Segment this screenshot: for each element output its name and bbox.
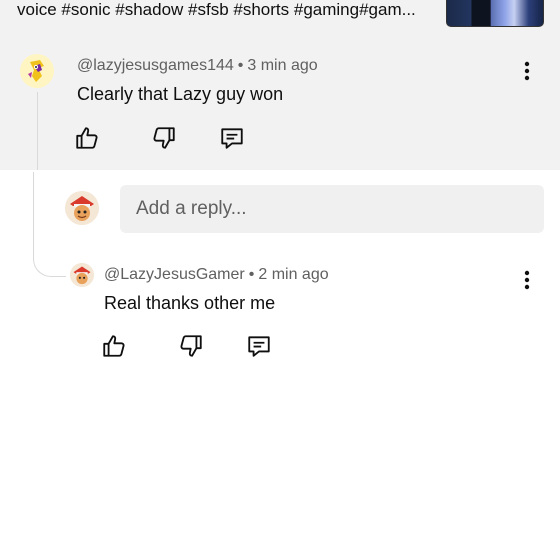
meta-separator: • bbox=[237, 57, 244, 74]
reply-box bbox=[120, 185, 544, 233]
reply-time: 2 min ago bbox=[258, 266, 329, 283]
reply-avatar[interactable] bbox=[70, 263, 94, 287]
reply-meta: @LazyJesusGamer • 2 min ago bbox=[104, 266, 329, 284]
avatar-image bbox=[65, 191, 99, 225]
avatar-image bbox=[70, 263, 94, 287]
thread-line bbox=[37, 92, 38, 170]
video-title-fragment: voice #sonic #shadow #sfsb #shorts #gami… bbox=[17, 0, 416, 19]
thumbs-up-icon[interactable] bbox=[101, 333, 127, 359]
comment-reply-icon[interactable] bbox=[246, 333, 272, 359]
current-user-avatar bbox=[65, 191, 99, 225]
reply-author[interactable]: @LazyJesusGamer bbox=[104, 266, 245, 283]
thumbs-down-icon[interactable] bbox=[151, 125, 177, 151]
video-context-strip: voice #sonic #shadow #sfsb #shorts #gami… bbox=[0, 0, 560, 39]
reply-text: Real thanks other me bbox=[104, 293, 276, 313]
comment-author[interactable]: @lazyjesusgames144 bbox=[77, 57, 234, 74]
comment-reply-icon[interactable] bbox=[219, 125, 245, 151]
thread-line-curve bbox=[33, 230, 66, 277]
more-vertical-icon[interactable] bbox=[517, 268, 537, 292]
thumbs-down-icon[interactable] bbox=[178, 333, 204, 359]
meta-separator: • bbox=[248, 266, 255, 283]
thumbs-up-icon[interactable] bbox=[74, 125, 100, 151]
reply-input[interactable] bbox=[120, 185, 544, 233]
comments-panel: voice #sonic #shadow #sfsb #shorts #gami… bbox=[0, 0, 560, 560]
comment-time: 3 min ago bbox=[247, 57, 318, 74]
avatar-image bbox=[20, 54, 54, 88]
comment-meta: @lazyjesusgames144 • 3 min ago bbox=[77, 57, 318, 75]
comment-text: Clearly that Lazy guy won bbox=[77, 84, 284, 104]
video-thumbnail[interactable] bbox=[446, 0, 544, 27]
avatar[interactable] bbox=[20, 54, 54, 88]
more-vertical-icon[interactable] bbox=[517, 59, 537, 83]
